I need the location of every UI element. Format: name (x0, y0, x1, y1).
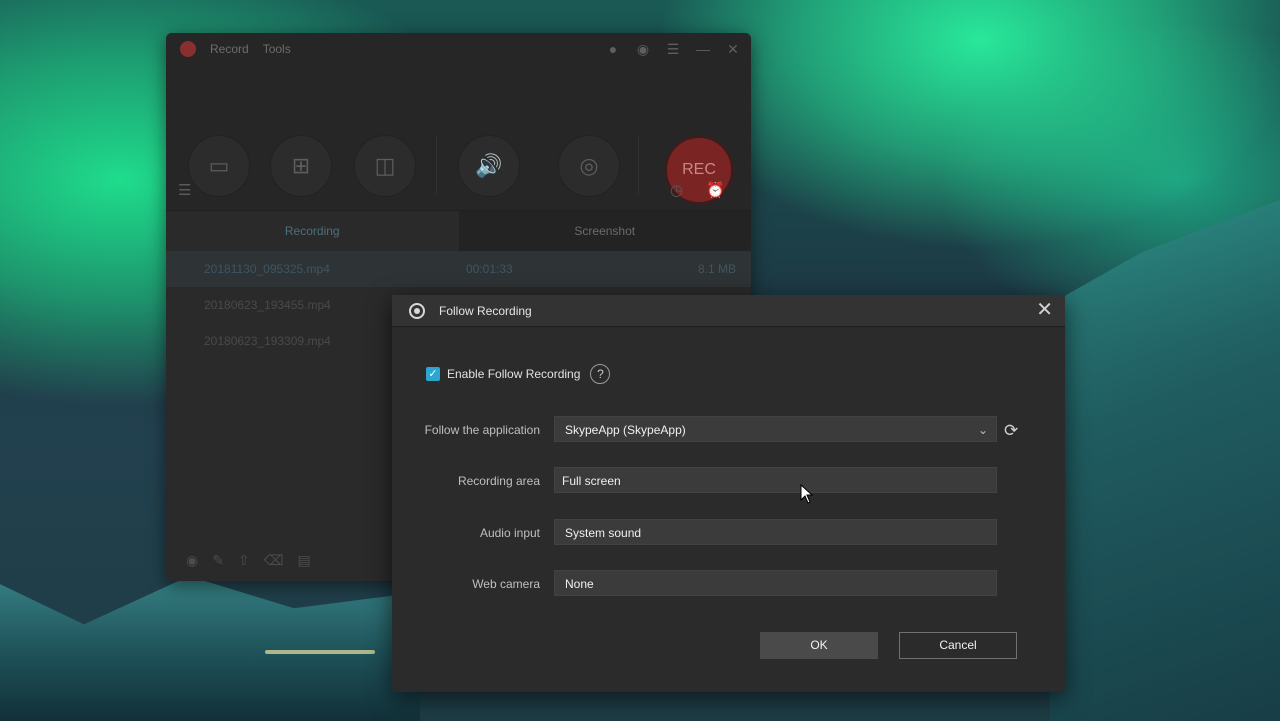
refresh-icon[interactable]: ⟳ (1004, 421, 1018, 441)
alarm-icon[interactable]: ⏰ (706, 181, 725, 199)
audio-button[interactable]: 🔊 (458, 135, 520, 197)
web-camera-field[interactable]: None (554, 570, 997, 596)
dialog-titlebar: Follow Recording ✕ (392, 295, 1065, 327)
audio-input-value: System sound (565, 526, 642, 540)
recording-area-field[interactable]: Full screen (554, 467, 997, 493)
region-capture-button[interactable]: ⊞ (270, 135, 332, 197)
monitor-icon: ▭ (208, 153, 230, 178)
edit-brush-icon[interactable]: ✎ (212, 552, 224, 569)
ok-button[interactable]: OK (760, 632, 878, 659)
gamepad-icon: ◫ (374, 153, 396, 178)
enable-follow-checkbox[interactable]: ✓ (426, 367, 440, 381)
game-capture-button[interactable]: ◫ (354, 135, 416, 197)
chat-icon[interactable]: ◉ (635, 41, 651, 57)
account-icon[interactable]: ● (605, 41, 621, 57)
follow-recording-dialog: Follow Recording ✕ ✓ Enable Follow Recor… (392, 295, 1065, 692)
follow-application-label: Follow the application (424, 423, 540, 437)
tab-screenshot[interactable]: Screenshot (458, 211, 751, 251)
background-mountain-right (1050, 200, 1280, 721)
web-camera-value: None (565, 577, 594, 591)
webcam-icon: ◎ (579, 153, 599, 178)
chevron-down-icon: ⌄ (977, 423, 988, 437)
menu-icon[interactable]: ☰ (665, 41, 681, 57)
enable-follow-label[interactable]: Enable Follow Recording (447, 367, 580, 381)
enable-follow-row: ✓ Enable Follow Recording ? (426, 364, 611, 384)
fullscreen-capture-button[interactable]: ▭ (188, 135, 250, 197)
app-logo-icon (180, 41, 196, 57)
background-town-lights (265, 650, 375, 654)
dialog-title: Follow Recording (439, 303, 532, 318)
file-actions: ◉ ✎ ⇧ ⌫ ▤ (186, 552, 311, 569)
close-icon[interactable]: ✕ (725, 41, 741, 57)
web-camera-label: Web camera (472, 577, 540, 591)
cancel-button[interactable]: Cancel (899, 632, 1017, 659)
follow-application-value: SkypeApp (SkypeApp) (565, 423, 686, 437)
follow-recording-icon (409, 302, 425, 319)
tab-bar: Recording Screenshot (166, 211, 751, 251)
mouse-cursor-icon (800, 484, 814, 504)
speaker-icon: 🔊 (475, 153, 503, 178)
capture-toolbar: ▭ ⊞ ◫ 🔊 ◎ REC ☰ ◷ ⏰ (166, 65, 751, 211)
menu-tools[interactable]: Tools (263, 42, 291, 56)
list-item[interactable]: 20181130_095325.mp4 00:01:33 8.1 MB (166, 251, 751, 287)
share-upload-icon[interactable]: ⇧ (238, 552, 250, 569)
recording-area-value: Full screen (562, 474, 621, 488)
list-icon[interactable]: ☰ (178, 181, 191, 199)
file-size: 8.1 MB (697, 262, 736, 276)
app-titlebar: Record Tools ● ◉ ☰ — ✕ (166, 33, 751, 65)
menu-record[interactable]: Record (210, 42, 249, 56)
delete-trash-icon[interactable]: ⌫ (264, 552, 284, 569)
audio-input-label: Audio input (479, 526, 540, 540)
minimize-icon[interactable]: — (695, 41, 711, 57)
file-name: 20181130_095325.mp4 (204, 262, 330, 276)
file-duration: 00:01:33 (466, 262, 513, 276)
preview-eye-icon[interactable]: ◉ (186, 552, 198, 569)
dialog-close-icon[interactable]: ✕ (1036, 300, 1053, 320)
follow-application-select[interactable]: SkypeApp (SkypeApp) ⌄ (554, 416, 997, 442)
help-icon[interactable]: ? (590, 364, 611, 384)
crop-icon: ⊞ (291, 153, 311, 178)
history-clock-icon[interactable]: ◷ (670, 181, 683, 199)
audio-input-field[interactable]: System sound (554, 519, 997, 545)
tab-recording[interactable]: Recording (166, 211, 459, 251)
webcam-button[interactable]: ◎ (558, 135, 620, 197)
recording-area-label: Recording area (457, 474, 540, 488)
open-folder-icon[interactable]: ▤ (297, 552, 310, 569)
background-mountain-left (0, 576, 420, 721)
